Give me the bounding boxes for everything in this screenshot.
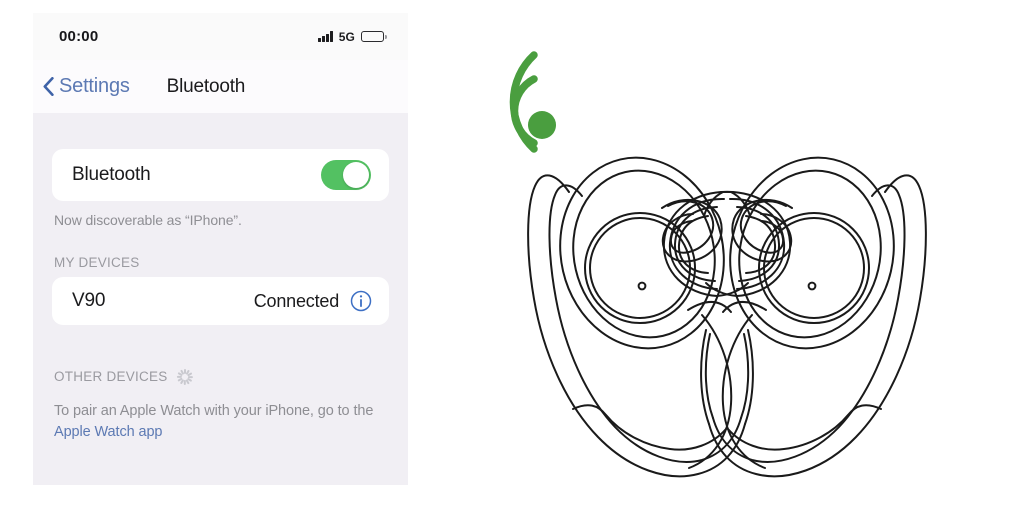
wireless-signal-arcs-icon — [509, 51, 556, 153]
activity-spinner-icon — [177, 368, 194, 385]
chevron-left-icon — [43, 77, 54, 96]
device-name: V90 — [72, 290, 106, 311]
back-button-label: Settings — [59, 75, 130, 97]
device-row-v90[interactable]: V90 Connected — [52, 277, 389, 325]
my-devices-header-label: MY DEVICES — [54, 255, 140, 270]
pair-instructions: To pair an Apple Watch with your iPhone,… — [54, 401, 387, 443]
toggle-knob — [343, 162, 369, 188]
info-circle-icon[interactable] — [350, 290, 372, 312]
settings-content: Bluetooth Now discoverable as “IPhone”. … — [33, 113, 408, 485]
other-devices-section-header: OTHER DEVICES — [54, 368, 408, 385]
status-bar-time: 00:00 — [59, 28, 99, 45]
earbuds-illustration — [430, 0, 1024, 511]
status-bar: 00:00 5G — [33, 13, 408, 60]
battery-icon — [361, 30, 387, 43]
cellular-bars-icon — [317, 31, 333, 42]
earbud-right — [662, 156, 927, 478]
bluetooth-row-label: Bluetooth — [72, 164, 151, 185]
earbud-left — [527, 156, 792, 478]
device-connection-status: Connected — [253, 290, 339, 311]
apple-watch-app-link[interactable]: Apple Watch app — [54, 424, 162, 440]
bluetooth-toggle-row[interactable]: Bluetooth — [52, 149, 389, 201]
status-bar-indicators: 5G — [317, 29, 387, 44]
page-title: Bluetooth — [166, 75, 246, 97]
navigation-bar: Settings Bluetooth — [33, 60, 408, 113]
other-devices-header-label: OTHER DEVICES — [54, 369, 168, 384]
back-to-settings-button[interactable]: Settings — [43, 75, 130, 98]
pair-instructions-text: To pair an Apple Watch with your iPhone,… — [54, 403, 374, 419]
my-devices-section-header: MY DEVICES — [54, 255, 408, 270]
iphone-bluetooth-settings-panel: 00:00 5G Settings Bluetooth Bluetooth No… — [33, 13, 408, 485]
bluetooth-toggle-switch[interactable] — [321, 160, 371, 190]
network-type-label: 5G — [338, 29, 355, 44]
discoverable-note: Now discoverable as “IPhone”. — [54, 212, 242, 228]
